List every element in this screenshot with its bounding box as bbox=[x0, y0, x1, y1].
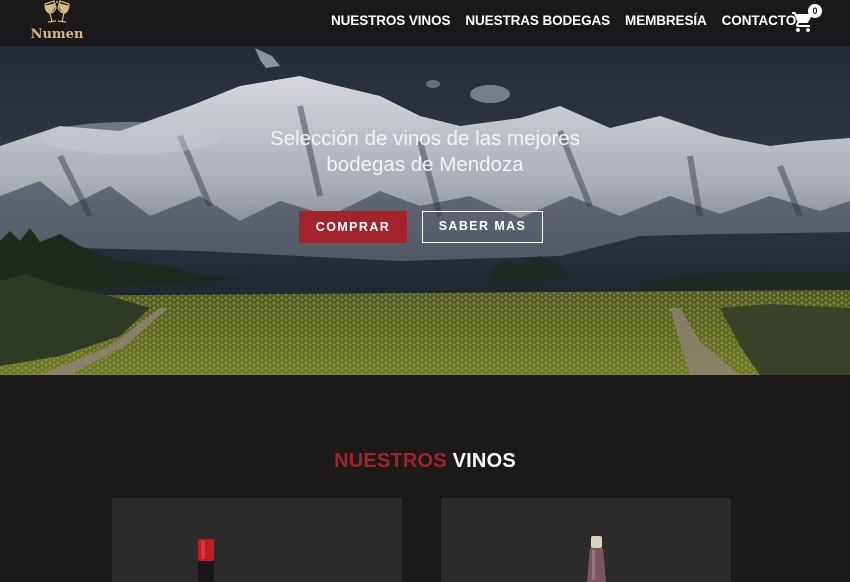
hero-title-line-1: Selección de vinos de las mejores bbox=[270, 127, 580, 150]
hero-banner: Selección de vinos de las mejores bodega… bbox=[0, 46, 850, 375]
saber-mas-button[interactable]: SABER MAS bbox=[422, 211, 543, 243]
navbar: Numen NUESTROS VINOS NUESTRAS BODEGAS ME… bbox=[0, 0, 850, 46]
rose-wine-bottle-image bbox=[587, 536, 606, 582]
section-title-accent: NUESTROS bbox=[334, 450, 447, 472]
nav-item-membresia[interactable]: MEMBRESÍA bbox=[625, 13, 707, 31]
brand-name: Numen bbox=[30, 27, 84, 42]
brand-logo[interactable]: Numen bbox=[26, 0, 88, 44]
hero-title: Selección de vinos de las mejores bodega… bbox=[175, 126, 675, 178]
cart-count-badge: 0 bbox=[808, 4, 822, 18]
comprar-button[interactable]: COMPRAR bbox=[299, 211, 407, 243]
nav-item-nuestras-bodegas[interactable]: NUESTRAS BODEGAS bbox=[465, 13, 610, 31]
nav-item-contacto[interactable]: CONTACTO bbox=[722, 13, 797, 31]
section-title: NUESTROS VINOS bbox=[0, 450, 850, 473]
nav-item-nuestros-vinos[interactable]: NUESTROS VINOS bbox=[331, 13, 450, 31]
wine-glasses-icon bbox=[44, 0, 70, 23]
product-card[interactable] bbox=[112, 498, 402, 582]
product-card[interactable] bbox=[441, 498, 731, 582]
main-nav: NUESTROS VINOS NUESTRAS BODEGAS MEMBRESÍ… bbox=[331, 13, 811, 31]
cart-button[interactable]: 0 bbox=[791, 4, 822, 34]
hero-title-line-2: bodegas de Mendoza bbox=[326, 153, 524, 176]
section-title-rest: VINOS bbox=[452, 450, 516, 472]
red-wine-bottle-image bbox=[198, 539, 214, 582]
